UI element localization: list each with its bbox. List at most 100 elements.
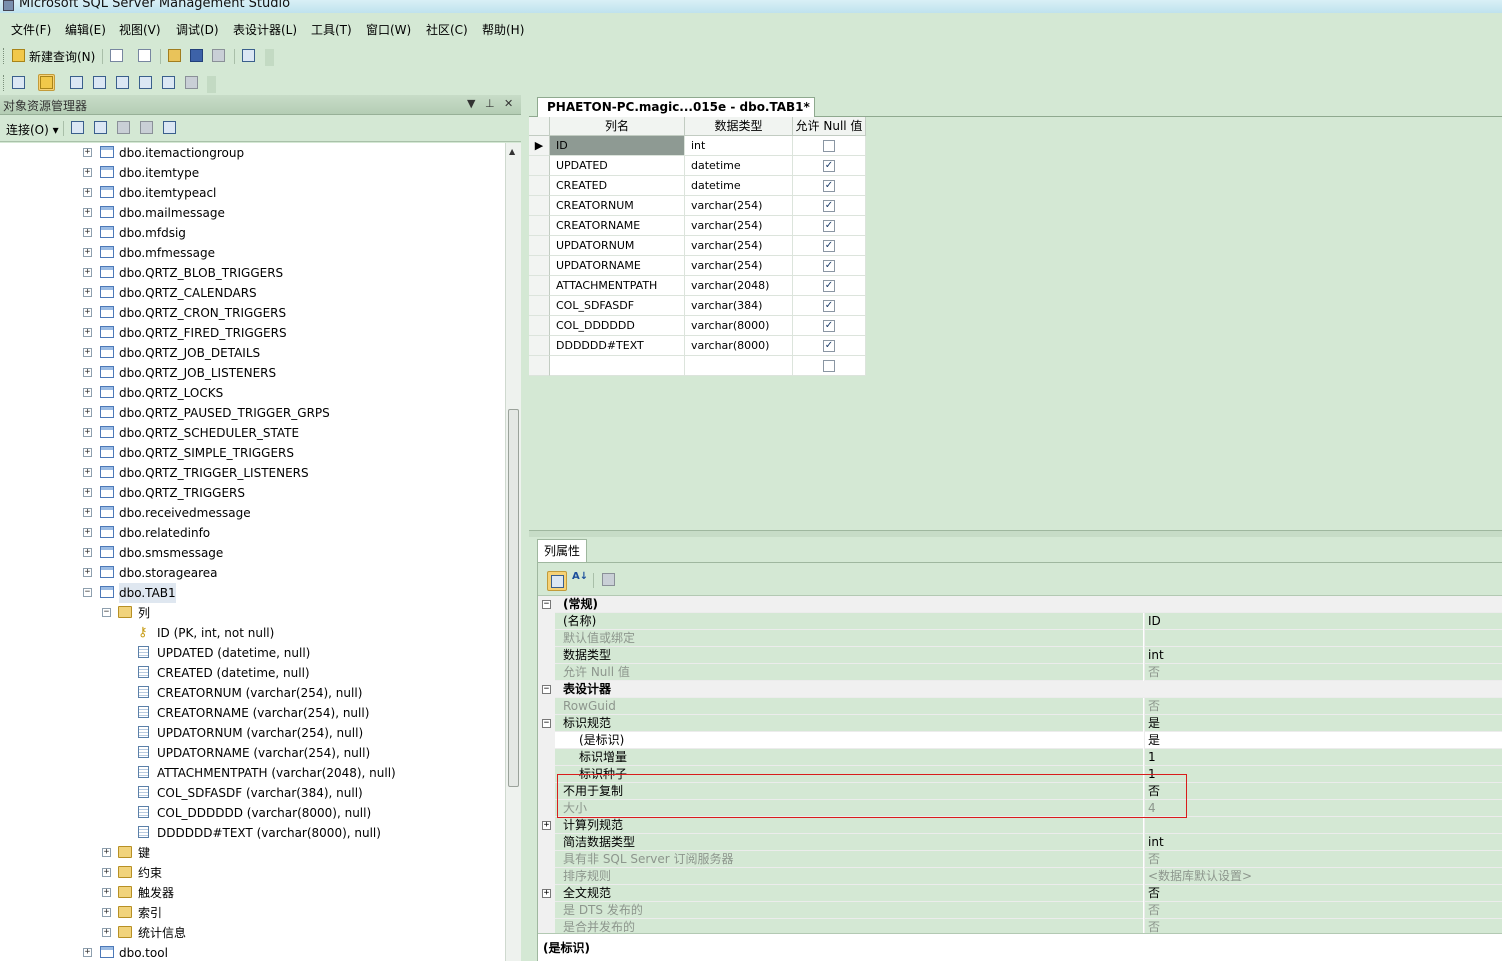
menu-view[interactable]: 视图(V) [119,21,161,38]
expand-icon[interactable]: + [83,468,92,477]
connect-dropdown[interactable]: 连接(O) ▾ [6,121,59,138]
tree-node[interactable]: COL_DDDDDD (varchar(8000), null) [0,803,505,823]
tree-node[interactable]: + 统计信息 [0,923,505,943]
property-value[interactable]: 1 [1144,749,1502,766]
tree-node[interactable]: + dbo.smsmessage [0,543,505,563]
menu-file[interactable]: 文件(F) [11,21,51,38]
grid-row[interactable]: ▶ ID int [529,136,866,156]
data-type-cell[interactable]: varchar(254) [685,216,793,236]
expand-icon[interactable]: + [102,848,111,857]
expand-icon[interactable]: + [83,528,92,537]
open-button[interactable] [166,47,183,64]
tree-node[interactable]: CREATED (datetime, null) [0,663,505,683]
column-name-cell[interactable]: ATTACHMENTPATH [550,276,685,296]
grid-row[interactable]: CREATED datetime ✓ [529,176,866,196]
grid-row[interactable]: COL_SDFASDF varchar(384) ✓ [529,296,866,316]
tree-scrollbar[interactable]: ▲ [505,143,521,961]
allow-null-checkbox[interactable]: ✓ [823,200,835,212]
tree-node[interactable]: + dbo.mfdsig [0,223,505,243]
tree-node[interactable]: + 键 [0,843,505,863]
row-selector[interactable] [529,336,550,356]
expand-icon[interactable]: + [83,448,92,457]
column-name-cell[interactable]: UPDATED [550,156,685,176]
tree-node[interactable]: + dbo.QRTZ_JOB_LISTENERS [0,363,505,383]
data-type-cell[interactable]: datetime [685,176,793,196]
new-query-label[interactable]: 新建查询(N) [29,48,95,65]
scrollbar-thumb[interactable] [508,409,519,787]
grid-row[interactable]: UPDATORNAME varchar(254) ✓ [529,256,866,276]
tree-node[interactable]: + dbo.itemtype [0,163,505,183]
property-row[interactable]: (名称) ID [538,613,1502,630]
tree-node[interactable]: + dbo.QRTZ_LOCKS [0,383,505,403]
expand-icon[interactable]: + [102,928,111,937]
allow-null-checkbox[interactable]: ✓ [823,280,835,292]
column-name-cell[interactable]: COL_SDFASDF [550,296,685,316]
property-value[interactable]: 否 [1144,851,1502,868]
property-row[interactable]: + 计算列规范 [538,817,1502,834]
grid-row[interactable]: DDDDDD#TEXT varchar(8000) ✓ [529,336,866,356]
scroll-up-icon[interactable]: ▲ [509,147,515,156]
expand-icon[interactable]: + [83,568,92,577]
property-value[interactable]: int [1144,834,1502,851]
column-name-cell[interactable]: UPDATORNUM [550,236,685,256]
generate-script-button[interactable] [10,74,27,91]
allow-null-checkbox[interactable]: ✓ [823,320,835,332]
row-selector[interactable]: ▶ [529,136,550,156]
tree-node[interactable]: UPDATORNUM (varchar(254), null) [0,723,505,743]
tree-node[interactable]: DDDDDD#TEXT (varchar(8000), null) [0,823,505,843]
data-type-cell[interactable]: int [685,136,793,156]
expand-icon[interactable]: + [83,408,92,417]
set-primary-key-button[interactable] [38,74,55,91]
allow-null-checkbox[interactable]: ✓ [823,260,835,272]
tree-node[interactable]: + dbo.QRTZ_JOB_DETAILS [0,343,505,363]
new-file-button[interactable] [108,47,125,64]
allow-null-checkbox[interactable]: ✓ [823,160,835,172]
row-selector[interactable] [529,196,550,216]
collapse-icon[interactable]: − [542,685,551,694]
collapse-icon[interactable]: − [102,608,111,617]
expand-icon[interactable]: + [542,889,551,898]
new-query-button[interactable] [10,47,27,64]
expand-icon[interactable]: + [83,428,92,437]
allow-null-checkbox[interactable] [823,140,835,152]
column-name-cell[interactable]: DDDDDD#TEXT [550,336,685,356]
tree-node[interactable]: + dbo.mailmessage [0,203,505,223]
tree-node[interactable]: + dbo.QRTZ_TRIGGERS [0,483,505,503]
tree-node[interactable]: + dbo.QRTZ_SCHEDULER_STATE [0,423,505,443]
column-name-cell[interactable]: CREATORNUM [550,196,685,216]
property-value[interactable]: 否 [1144,919,1502,933]
row-selector[interactable] [529,156,550,176]
row-selector[interactable] [529,316,550,336]
column-name-cell[interactable]: CREATED [550,176,685,196]
tree-node[interactable]: − dbo.TAB1 [0,583,505,603]
data-type-cell[interactable]: varchar(254) [685,256,793,276]
expand-icon[interactable]: + [83,168,92,177]
tree-node[interactable]: UPDATORNAME (varchar(254), null) [0,743,505,763]
tree-node[interactable]: + dbo.receivedmessage [0,503,505,523]
property-row[interactable]: 是 DTS 发布的否 [538,902,1502,919]
tree-node[interactable]: + 触发器 [0,883,505,903]
property-value[interactable]: 否 [1144,885,1502,902]
toolbar-grip[interactable] [3,75,6,91]
tree-node[interactable]: CREATORNUM (varchar(254), null) [0,683,505,703]
property-row[interactable]: 标识种子 1 [538,766,1502,783]
data-type-cell[interactable]: datetime [685,156,793,176]
column-name-cell[interactable]: ID [550,136,685,156]
column-name-cell[interactable]: CREATORNAME [550,216,685,236]
row-selector[interactable] [529,356,550,376]
categorized-button[interactable] [547,571,567,591]
row-selector[interactable] [529,176,550,196]
expand-icon[interactable]: + [83,288,92,297]
property-value[interactable]: 否 [1144,664,1502,681]
tree-node[interactable]: + dbo.QRTZ_BLOB_TRIGGERS [0,263,505,283]
property-row[interactable]: 是合并发布的否 [538,919,1502,933]
data-type-cell[interactable]: varchar(8000) [685,336,793,356]
property-category[interactable]: − (常规) [538,596,1502,613]
data-type-cell[interactable]: varchar(254) [685,196,793,216]
property-row[interactable]: + 全文规范否 [538,885,1502,902]
data-type-cell[interactable]: varchar(384) [685,296,793,316]
tree-node[interactable]: − 列 [0,603,505,623]
collapse-icon[interactable]: − [542,719,551,728]
property-row[interactable]: 标识增量 1 [538,749,1502,766]
disconnect-button[interactable] [92,119,109,136]
